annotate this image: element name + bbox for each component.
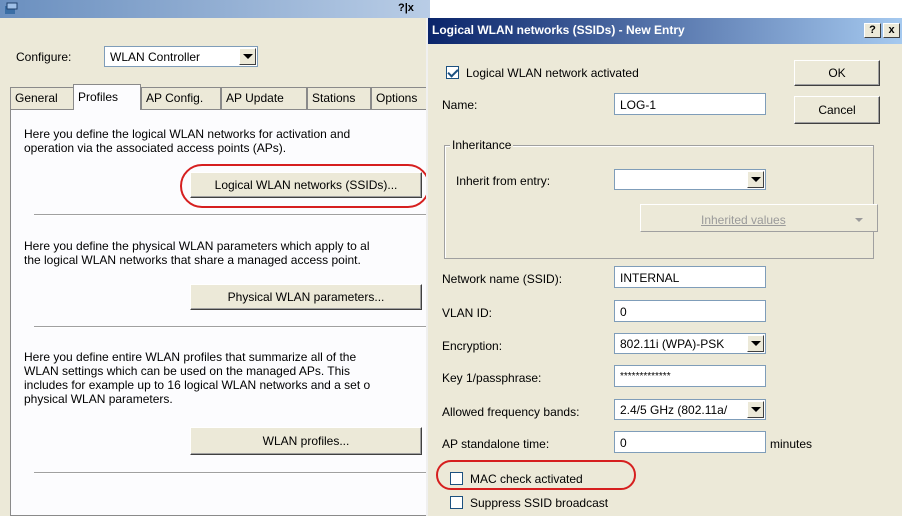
inherit-from-label: Inherit from entry: <box>456 174 551 188</box>
ssid-field[interactable]: INTERNAL <box>614 266 766 288</box>
chevron-down-icon[interactable] <box>747 171 764 188</box>
configure-select[interactable]: WLAN Controller <box>104 46 258 67</box>
help-button[interactable]: ? <box>864 23 881 38</box>
close-button[interactable]: x <box>883 23 900 38</box>
passphrase-label: Key 1/passphrase: <box>442 371 542 385</box>
activated-checkbox[interactable] <box>446 66 459 79</box>
vlan-field[interactable]: 0 <box>614 300 766 322</box>
configure-label: Configure: <box>16 50 72 64</box>
chevron-down-icon[interactable] <box>747 401 764 418</box>
configure-select-value: WLAN Controller <box>110 50 201 64</box>
ssid-label: Network name (SSID): <box>442 272 563 286</box>
separator <box>34 326 430 328</box>
ok-button[interactable]: OK <box>794 60 880 86</box>
vlan-label: VLAN ID: <box>442 306 493 320</box>
dialog-title: Logical WLAN networks (SSIDs) - New Entr… <box>432 23 685 37</box>
tab-options[interactable]: Options <box>371 87 431 109</box>
cancel-button[interactable]: Cancel <box>794 96 880 124</box>
tab-general[interactable]: General <box>10 87 74 109</box>
standalone-time-label: AP standalone time: <box>442 437 550 451</box>
dialog-titlebar: Logical WLAN networks (SSIDs) - New Entr… <box>428 18 902 44</box>
passphrase-field[interactable]: ************* <box>614 365 766 387</box>
encryption-label: Encryption: <box>442 339 503 353</box>
tab-ap-update[interactable]: AP Update <box>221 87 307 109</box>
name-field[interactable]: LOG-1 <box>614 93 766 115</box>
physical-wlan-parameters-button[interactable]: Physical WLAN parameters... <box>190 284 422 310</box>
inherit-from-select[interactable] <box>614 169 766 190</box>
frequency-bands-label: Allowed frequency bands: <box>442 405 580 419</box>
section-profiles-description: Here you define entire WLAN profiles tha… <box>24 350 371 406</box>
tab-stations[interactable]: Stations <box>307 87 371 109</box>
section-ssid-description: Here you define the logical WLAN network… <box>24 127 351 155</box>
chevron-down-icon[interactable] <box>747 335 764 352</box>
frequency-bands-select[interactable]: 2.4/5 GHz (802.11a/ <box>614 399 766 420</box>
app-icon <box>5 2 18 14</box>
titlebar-help-close-buttons[interactable]: ?|x <box>398 2 414 14</box>
inheritance-group <box>444 145 874 259</box>
highlight-oval <box>180 164 430 208</box>
tab-profiles[interactable]: Profiles <box>73 84 141 110</box>
chevron-down-icon <box>855 218 863 222</box>
suppress-ssid-label: Suppress SSID broadcast <box>470 496 609 510</box>
highlight-oval <box>436 460 636 490</box>
suppress-ssid-checkbox[interactable] <box>450 496 463 509</box>
standalone-time-field[interactable]: 0 <box>614 431 766 453</box>
chevron-down-icon[interactable] <box>239 48 256 65</box>
minutes-unit: minutes <box>770 437 813 451</box>
window-titlebar: ?|x <box>0 0 430 18</box>
new-entry-dialog: Logical WLAN networks (SSIDs) - New Entr… <box>426 18 902 516</box>
wlan-profiles-button[interactable]: WLAN profiles... <box>190 427 422 455</box>
section-physical-description: Here you define the physical WLAN parame… <box>24 239 370 267</box>
tab-ap-config[interactable]: AP Config. <box>141 87 221 109</box>
name-label: Name: <box>442 98 478 112</box>
separator <box>34 472 430 474</box>
inheritance-title: Inheritance <box>450 138 514 152</box>
separator <box>34 214 430 216</box>
encryption-select[interactable]: 802.11i (WPA)-PSK <box>614 333 766 354</box>
inherited-values-button[interactable]: Inherited values <box>640 204 878 232</box>
activated-label: Logical WLAN network activated <box>466 66 639 80</box>
configuration-window: ?|x Configure: WLAN Controller General P… <box>0 0 431 516</box>
